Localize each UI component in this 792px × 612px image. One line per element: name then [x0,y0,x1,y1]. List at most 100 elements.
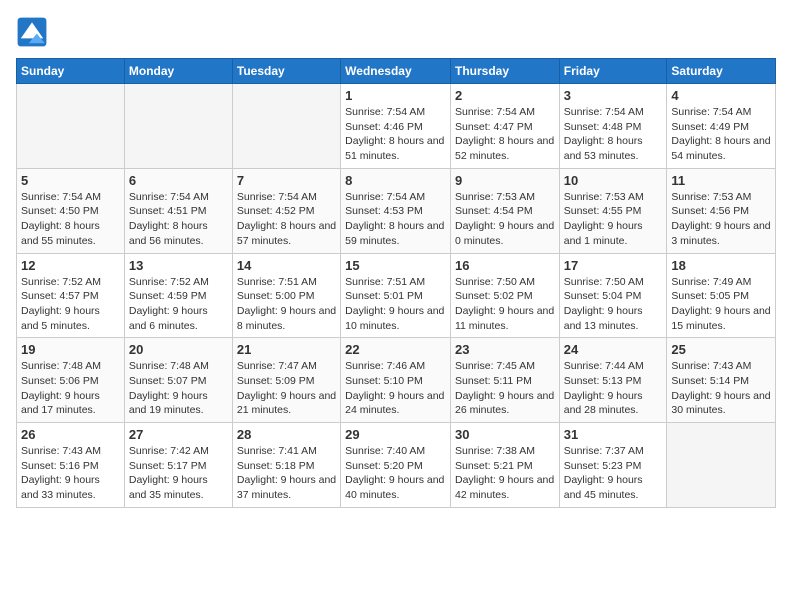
weekday-header-monday: Monday [124,59,232,84]
calendar-cell: 20 Sunrise: 7:48 AMSunset: 5:07 PMDayligh… [124,338,232,423]
weekday-header-sunday: Sunday [17,59,125,84]
calendar-cell: 1 Sunrise: 7:54 AMSunset: 4:46 PMDaylight… [341,84,451,169]
day-info: Sunrise: 7:48 AMSunset: 5:07 PMDaylight:… [129,359,228,418]
day-info: Sunrise: 7:48 AMSunset: 5:06 PMDaylight:… [21,359,120,418]
day-info: Sunrise: 7:41 AMSunset: 5:18 PMDaylight:… [237,444,336,503]
day-number: 22 [345,342,446,357]
day-info: Sunrise: 7:54 AMSunset: 4:53 PMDaylight:… [345,190,446,249]
day-info: Sunrise: 7:38 AMSunset: 5:21 PMDaylight:… [455,444,555,503]
day-info: Sunrise: 7:52 AMSunset: 4:59 PMDaylight:… [129,275,228,334]
weekday-header-row: SundayMondayTuesdayWednesdayThursdayFrid… [17,59,776,84]
calendar-week-row: 12 Sunrise: 7:52 AMSunset: 4:57 PMDayligh… [17,253,776,338]
day-number: 15 [345,258,446,273]
calendar-cell: 10Sunrise: 7:53 AMSunset: 4:55 PMDayligh… [559,168,667,253]
calendar-cell: 22 Sunrise: 7:46 AMSunset: 5:10 PMDayligh… [341,338,451,423]
day-info: Sunrise: 7:37 AMSunset: 5:23 PMDaylight:… [564,444,663,503]
calendar-cell: 6Sunrise: 7:54 AMSunset: 4:51 PMDaylight… [124,168,232,253]
calendar-cell: 4 Sunrise: 7:54 AMSunset: 4:49 PMDaylight… [667,84,776,169]
day-info: Sunrise: 7:54 AMSunset: 4:51 PMDaylight:… [129,190,228,249]
logo [16,16,50,48]
day-info: Sunrise: 7:42 AMSunset: 5:17 PMDaylight:… [129,444,228,503]
day-number: 16 [455,258,555,273]
calendar-cell: 12 Sunrise: 7:52 AMSunset: 4:57 PMDayligh… [17,253,125,338]
day-info: Sunrise: 7:54 AMSunset: 4:46 PMDaylight:… [345,105,446,164]
day-number: 25 [671,342,771,357]
day-number: 13 [129,258,228,273]
logo-icon [16,16,48,48]
calendar-cell: 17 Sunrise: 7:50 AMSunset: 5:04 PMDayligh… [559,253,667,338]
calendar-cell: 23 Sunrise: 7:45 AMSunset: 5:11 PMDayligh… [450,338,559,423]
weekday-header-wednesday: Wednesday [341,59,451,84]
calendar-cell: 21 Sunrise: 7:47 AMSunset: 5:09 PMDayligh… [232,338,340,423]
day-number: 23 [455,342,555,357]
calendar-cell: 25Sunrise: 7:43 AMSunset: 5:14 PMDayligh… [667,338,776,423]
day-number: 7 [237,173,336,188]
day-number: 4 [671,88,771,103]
day-info: Sunrise: 7:51 AMSunset: 5:00 PMDaylight:… [237,275,336,334]
weekday-header-friday: Friday [559,59,667,84]
day-number: 30 [455,427,555,442]
day-info: Sunrise: 7:43 AMSunset: 5:16 PMDaylight:… [21,444,120,503]
day-info: Sunrise: 7:52 AMSunset: 4:57 PMDaylight:… [21,275,120,334]
calendar-cell: 28 Sunrise: 7:41 AMSunset: 5:18 PMDayligh… [232,423,340,508]
calendar-cell: 9 Sunrise: 7:53 AMSunset: 4:54 PMDaylight… [450,168,559,253]
day-number: 21 [237,342,336,357]
calendar-cell: 14 Sunrise: 7:51 AMSunset: 5:00 PMDayligh… [232,253,340,338]
day-number: 5 [21,173,120,188]
day-info: Sunrise: 7:50 AMSunset: 5:02 PMDaylight:… [455,275,555,334]
day-info: Sunrise: 7:44 AMSunset: 5:13 PMDaylight:… [564,359,663,418]
day-number: 8 [345,173,446,188]
day-number: 2 [455,88,555,103]
day-info: Sunrise: 7:54 AMSunset: 4:50 PMDaylight:… [21,190,120,249]
day-info: Sunrise: 7:45 AMSunset: 5:11 PMDaylight:… [455,359,555,418]
day-info: Sunrise: 7:50 AMSunset: 5:04 PMDaylight:… [564,275,663,334]
day-number: 31 [564,427,663,442]
calendar-cell: 27Sunrise: 7:42 AMSunset: 5:17 PMDayligh… [124,423,232,508]
calendar-table: SundayMondayTuesdayWednesdayThursdayFrid… [16,58,776,508]
day-number: 28 [237,427,336,442]
calendar-cell [667,423,776,508]
day-info: Sunrise: 7:53 AMSunset: 4:56 PMDaylight:… [671,190,771,249]
day-number: 26 [21,427,120,442]
day-info: Sunrise: 7:53 AMSunset: 4:54 PMDaylight:… [455,190,555,249]
day-info: Sunrise: 7:46 AMSunset: 5:10 PMDaylight:… [345,359,446,418]
calendar-cell: 15 Sunrise: 7:51 AMSunset: 5:01 PMDayligh… [341,253,451,338]
page-header [16,16,776,48]
calendar-cell: 29 Sunrise: 7:40 AMSunset: 5:20 PMDayligh… [341,423,451,508]
day-number: 19 [21,342,120,357]
calendar-cell: 8 Sunrise: 7:54 AMSunset: 4:53 PMDaylight… [341,168,451,253]
calendar-cell: 31 Sunrise: 7:37 AMSunset: 5:23 PMDayligh… [559,423,667,508]
day-number: 17 [564,258,663,273]
day-number: 18 [671,258,771,273]
day-info: Sunrise: 7:40 AMSunset: 5:20 PMDaylight:… [345,444,446,503]
calendar-week-row: 19 Sunrise: 7:48 AMSunset: 5:06 PMDayligh… [17,338,776,423]
day-info: Sunrise: 7:54 AMSunset: 4:47 PMDaylight:… [455,105,555,164]
calendar-week-row: 5 Sunrise: 7:54 AMSunset: 4:50 PMDaylight… [17,168,776,253]
calendar-cell: 24 Sunrise: 7:44 AMSunset: 5:13 PMDayligh… [559,338,667,423]
calendar-cell [232,84,340,169]
weekday-header-tuesday: Tuesday [232,59,340,84]
day-info: Sunrise: 7:51 AMSunset: 5:01 PMDaylight:… [345,275,446,334]
calendar-week-row: 1 Sunrise: 7:54 AMSunset: 4:46 PMDaylight… [17,84,776,169]
weekday-header-thursday: Thursday [450,59,559,84]
calendar-cell: 30 Sunrise: 7:38 AMSunset: 5:21 PMDayligh… [450,423,559,508]
calendar-cell: 13 Sunrise: 7:52 AMSunset: 4:59 PMDayligh… [124,253,232,338]
day-number: 29 [345,427,446,442]
day-info: Sunrise: 7:47 AMSunset: 5:09 PMDaylight:… [237,359,336,418]
day-number: 14 [237,258,336,273]
day-number: 1 [345,88,446,103]
calendar-cell: 16 Sunrise: 7:50 AMSunset: 5:02 PMDayligh… [450,253,559,338]
day-number: 11 [671,173,771,188]
day-number: 24 [564,342,663,357]
calendar-cell: 7 Sunrise: 7:54 AMSunset: 4:52 PMDaylight… [232,168,340,253]
calendar-week-row: 26 Sunrise: 7:43 AMSunset: 5:16 PMDayligh… [17,423,776,508]
day-info: Sunrise: 7:54 AMSunset: 4:52 PMDaylight:… [237,190,336,249]
calendar-cell: 5 Sunrise: 7:54 AMSunset: 4:50 PMDaylight… [17,168,125,253]
day-number: 9 [455,173,555,188]
day-info: Sunrise: 7:54 AMSunset: 4:49 PMDaylight:… [671,105,771,164]
day-info: Sunrise: 7:54 AMSunset: 4:48 PMDaylight:… [564,105,663,164]
day-number: 12 [21,258,120,273]
calendar-cell [17,84,125,169]
calendar-cell: 2 Sunrise: 7:54 AMSunset: 4:47 PMDaylight… [450,84,559,169]
day-number: 20 [129,342,228,357]
